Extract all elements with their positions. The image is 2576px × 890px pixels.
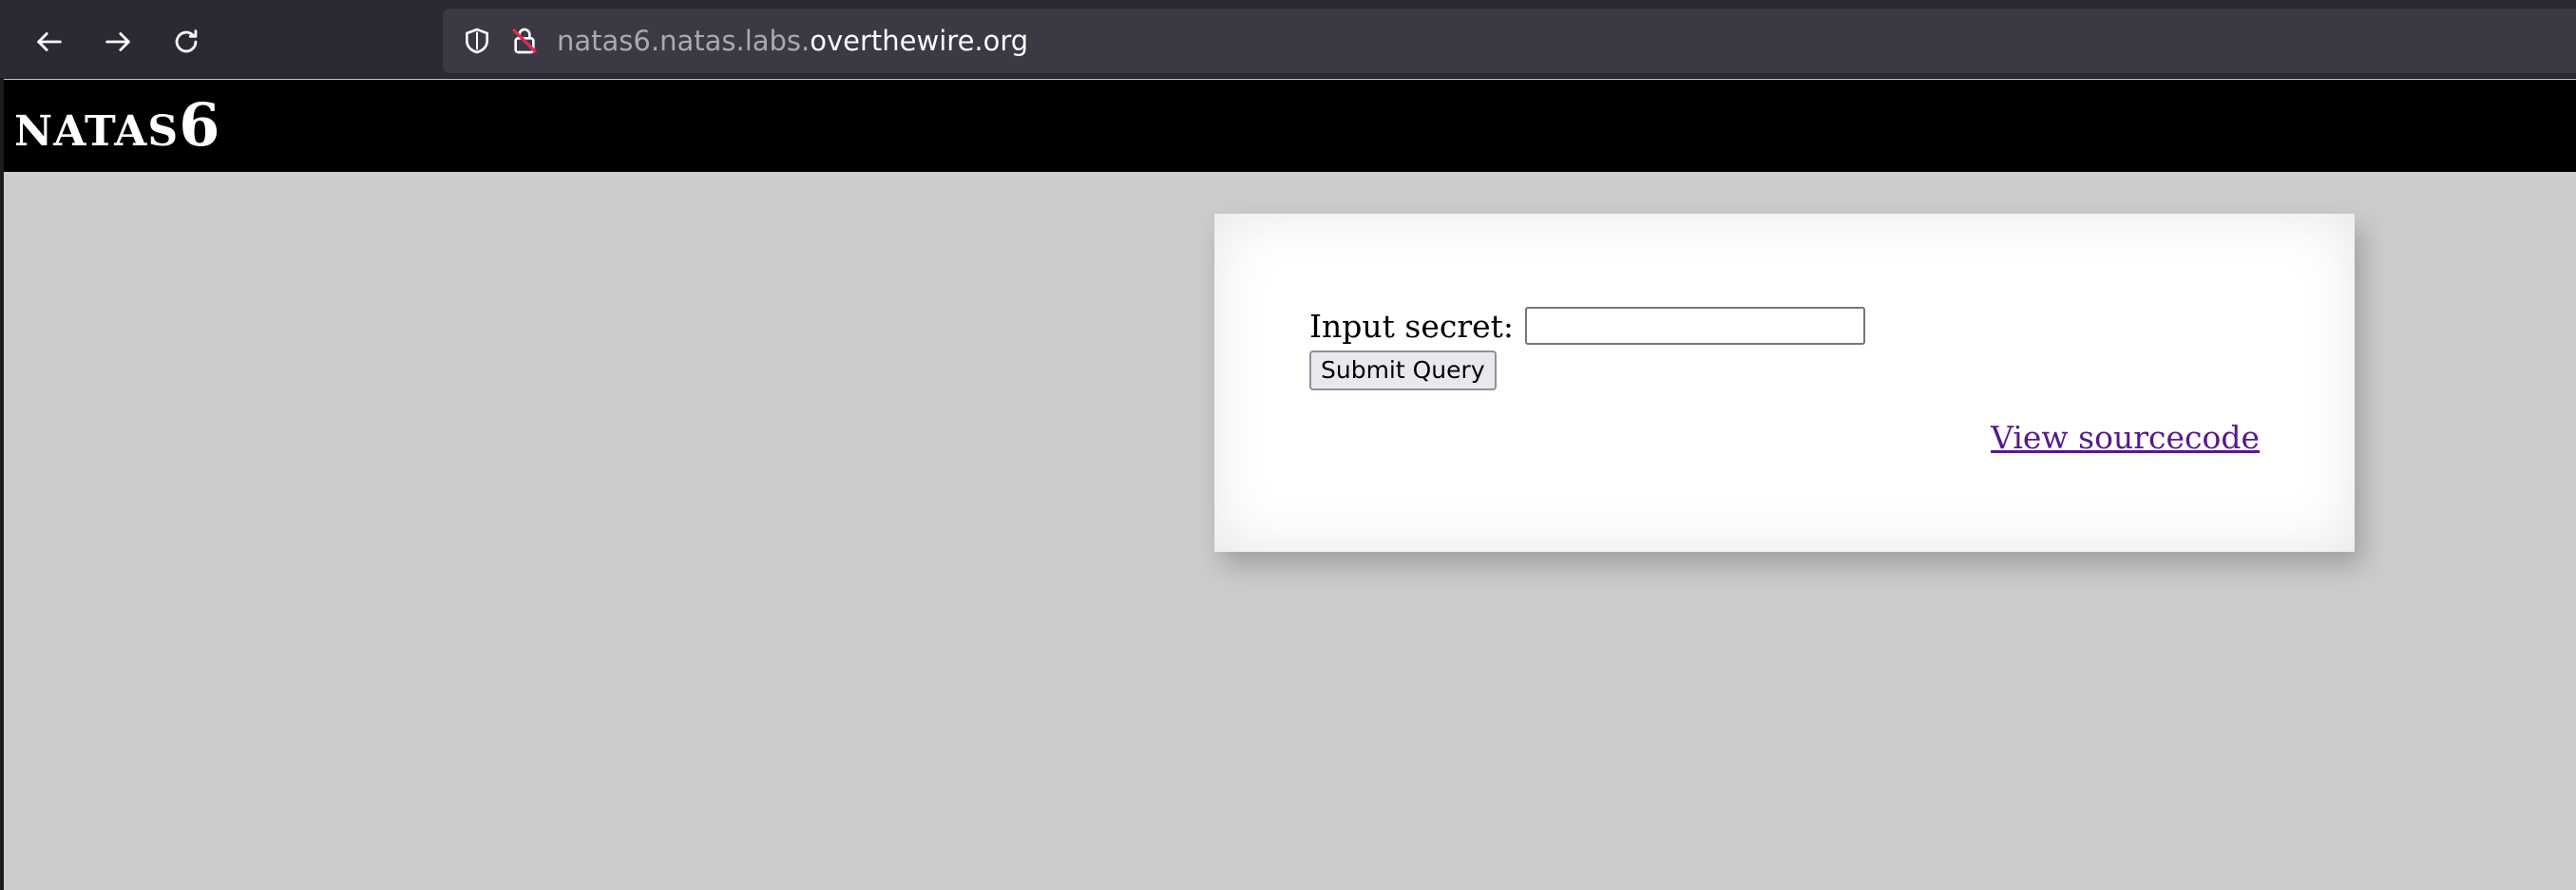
back-button[interactable] [23,15,76,68]
arrow-left-icon [37,32,62,51]
reload-button[interactable] [160,15,213,68]
shield-icon[interactable] [458,22,496,60]
title-number: 6 [179,90,221,160]
forward-button[interactable] [91,15,144,68]
url-text[interactable]: natas6.natas.labs.overthewire.org [557,25,1028,57]
site-header: NATAS6 [4,80,2576,172]
url-subdomain: natas6.natas.labs. [557,25,811,57]
secret-label: Input secret: [1309,307,1515,345]
insecure-lock-icon[interactable] [506,22,544,60]
content-panel: Input secret: Submit Query View sourceco… [1214,214,2355,552]
secret-input[interactable] [1525,307,1866,345]
view-sourcecode-link[interactable]: View sourcecode [1991,419,2260,456]
reload-icon [175,29,198,53]
arrow-right-icon [105,32,130,51]
url-domain: overthewire.org [810,25,1029,57]
browser-toolbar: natas6.natas.labs.overthewire.org [0,0,2576,79]
page-title: NATAS6 [14,95,220,162]
address-bar[interactable]: natas6.natas.labs.overthewire.org [443,9,2576,73]
secret-form-row: Input secret: [1309,307,1866,345]
submit-button[interactable]: Submit Query [1309,350,1497,390]
title-prefix: NATAS [14,107,180,156]
